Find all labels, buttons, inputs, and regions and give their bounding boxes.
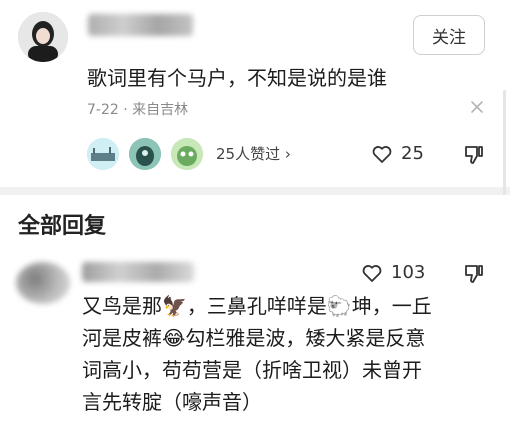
scrollbar[interactable] <box>503 90 506 195</box>
reply-like-button[interactable]: 103 <box>361 262 425 283</box>
reply-author-name[interactable] <box>82 262 194 282</box>
reply-line: 又鸟是那🦅，三鼻孔咩咩是🐑坤，一丘 <box>82 294 432 318</box>
dislike-icon[interactable] <box>462 143 486 165</box>
like-button[interactable]: 25 <box>371 143 424 164</box>
like-count: 25 <box>401 143 424 164</box>
post-content: 歌词里有个马户，不知是说的是谁 <box>87 66 387 90</box>
reply-dislike-icon[interactable] <box>462 262 486 284</box>
liker-avatar[interactable] <box>129 138 161 170</box>
follow-button[interactable]: 关注 <box>413 15 485 55</box>
post-location: 来自吉林 <box>132 102 189 118</box>
reply-line: 河是皮裤😂勾栏雅是波，矮大紧是反意 <box>82 326 426 350</box>
liker-avatar[interactable] <box>171 138 203 170</box>
post-meta: 7-22 · 来自吉林 <box>87 99 188 119</box>
heart-icon <box>372 145 392 163</box>
heart-icon <box>362 264 382 282</box>
reply-line: 言先转腚（嚎声音） <box>82 390 262 414</box>
reply-like-count: 103 <box>391 262 426 283</box>
reply-content: 又鸟是那🦅，三鼻孔咩咩是🐑坤，一丘 河是皮裤😂勾栏雅是波，矮大紧是反意 词高小，… <box>82 290 502 418</box>
close-icon[interactable] <box>470 100 484 114</box>
replies-section-title: 全部回复 <box>18 214 107 239</box>
likers-link[interactable]: 25人赞过 › <box>216 143 291 164</box>
liker-avatar[interactable] <box>87 138 119 170</box>
section-divider <box>0 187 510 195</box>
post-date: 7-22 <box>87 102 119 118</box>
author-name[interactable] <box>88 14 193 36</box>
author-avatar[interactable] <box>18 12 68 62</box>
meta-separator: · <box>123 102 133 118</box>
reply-author-avatar[interactable] <box>16 262 70 304</box>
reply-line: 词高小，苟苟营是（折啥卫视）未曾开 <box>82 358 422 382</box>
